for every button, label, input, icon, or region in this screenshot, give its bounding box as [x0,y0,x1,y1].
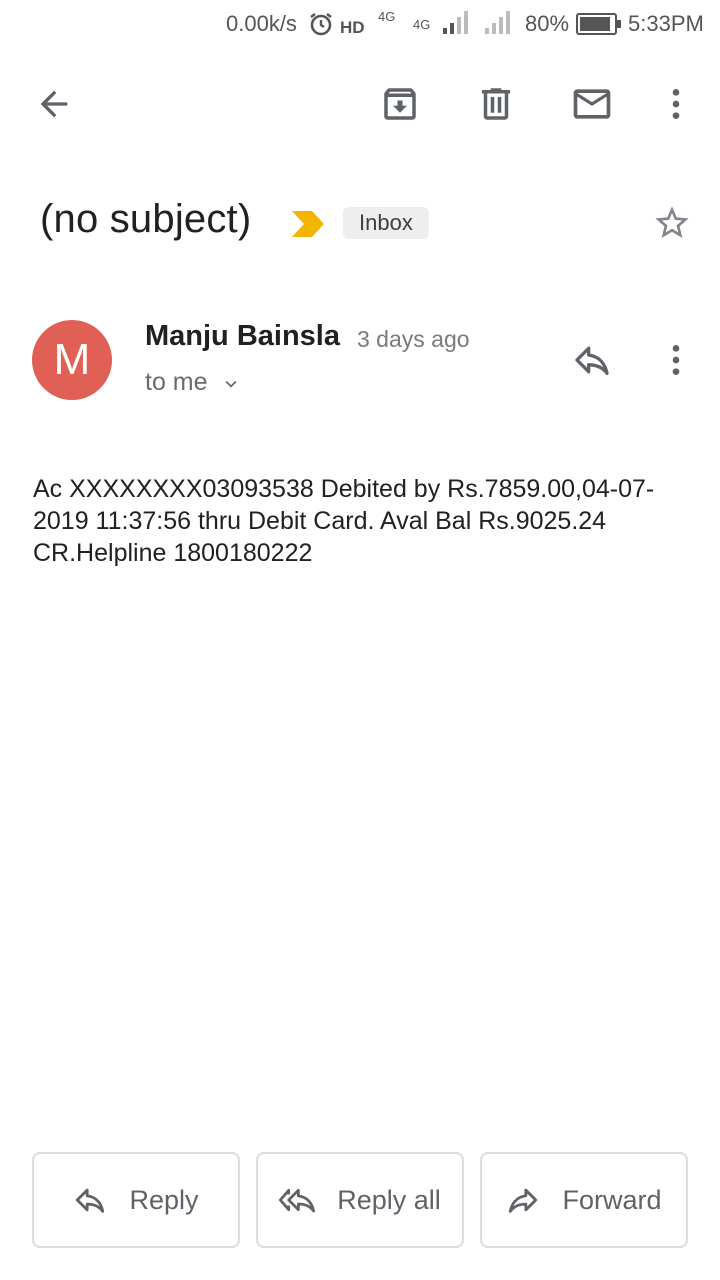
toolbar [0,60,720,150]
more-options-button[interactable] [652,80,700,128]
mark-unread-button[interactable] [568,80,616,128]
alarm-icon [308,11,334,44]
email-subject: (no subject) [40,197,252,241]
message-more-button[interactable] [652,336,700,384]
reply-icon [575,346,609,375]
reply-all-button[interactable]: Reply all [256,1152,464,1248]
delete-button[interactable] [472,80,520,128]
quick-reply-button[interactable] [568,336,616,384]
back-button[interactable] [30,80,78,128]
status-bar: 0.00k/s HD 4G 4G 80% 5:33PM [0,0,720,48]
sender-row: M Manju Bainsla 3 days ago to me [0,310,720,420]
clock: 5:33PM [628,11,704,36]
importance-marker-icon[interactable] [290,209,326,244]
forward-icon [506,1183,540,1217]
message-body: Ac XXXXXXXX03093538 Debited by Rs.7859.0… [33,475,655,567]
label-chip[interactable]: Inbox [343,207,429,239]
more-vert-icon [672,89,680,119]
hd-voice-icon: HD [340,14,365,42]
lte-label-1: 4G [378,9,396,24]
lte-icon: 4G [413,18,430,32]
message-time: 3 days ago [357,326,470,352]
back-arrow-icon [40,90,68,118]
forward-label: Forward [562,1184,662,1215]
recipient-details-toggle[interactable]: to me [145,368,242,397]
archive-icon [384,88,416,120]
signal-strength-icon [441,10,471,43]
archive-button[interactable] [376,80,424,128]
star-button[interactable] [648,199,696,247]
reply-icon [73,1183,107,1217]
delete-icon [482,88,510,120]
reply-all-icon [279,1183,316,1217]
recipient-label: to me [145,368,208,396]
reply-all-label: Reply all [337,1184,441,1215]
battery-icon [576,13,622,42]
reply-label: Reply [129,1184,199,1215]
lte-label-2: 4G [413,17,431,32]
star-icon [655,206,689,238]
chevron-down-icon [225,380,237,388]
lte-data-icon: 4G [378,10,395,24]
hd-label: HD [340,18,365,37]
sender-name: Manju Bainsla [145,320,340,352]
mark-unread-icon [573,89,611,119]
forward-button[interactable]: Forward [480,1152,688,1248]
battery-percent: 80% [525,11,570,36]
reply-button[interactable]: Reply [32,1152,240,1248]
sender-avatar[interactable]: M [32,320,112,400]
more-vert-icon [672,345,680,375]
network-speed: 0.00k/s [226,11,297,36]
signal-strength-icon-2 [483,10,513,43]
subject-row: (no subject) Inbox [0,185,720,265]
